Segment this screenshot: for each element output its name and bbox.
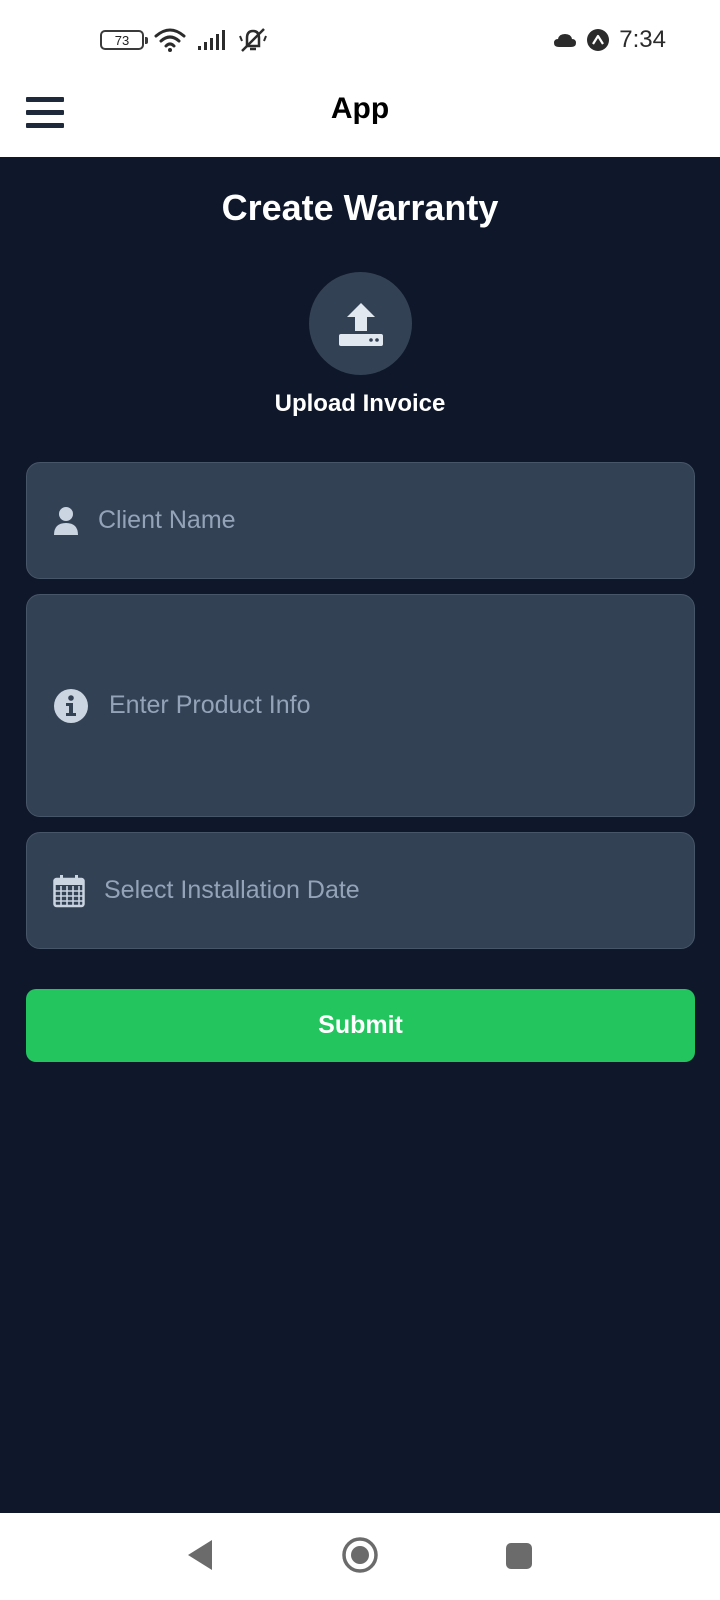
signal-icon (198, 30, 225, 50)
wifi-icon (154, 28, 186, 52)
cloud-icon (554, 34, 577, 47)
battery-icon: 73 (100, 30, 148, 50)
installation-date-placeholder: Select Installation Date (104, 876, 360, 904)
navigation-bar (0, 1513, 720, 1600)
home-icon[interactable] (340, 1535, 380, 1575)
app-notification-icon (587, 29, 610, 51)
app-title: App (330, 92, 390, 125)
client-name-field[interactable]: Client Name (26, 462, 695, 579)
product-info-field[interactable]: Enter Product Info (26, 594, 695, 817)
upload-icon (338, 302, 383, 346)
main-content: Create Warranty Upload Invoice Client Na… (0, 157, 720, 1513)
battery-level: 73 (114, 32, 130, 48)
product-info-placeholder: Enter Product Info (109, 691, 311, 719)
app-bar: App (0, 80, 720, 157)
status-bar: 73 7:34 (0, 0, 720, 80)
silent-mode-icon (239, 28, 267, 52)
installation-date-field[interactable]: Select Installation Date (26, 832, 695, 949)
recents-icon[interactable] (506, 1543, 532, 1569)
upload-invoice-label: Upload Invoice (274, 390, 446, 417)
status-icons-left: 73 (100, 26, 268, 54)
submit-button[interactable]: Submit (26, 989, 695, 1062)
page-title: Create Warranty (221, 187, 499, 228)
info-icon (53, 688, 89, 724)
user-icon (53, 506, 79, 536)
calendar-icon (53, 874, 85, 908)
back-icon[interactable] (186, 1538, 214, 1572)
status-icons-right: 7:34 (553, 24, 666, 56)
clock: 7:34 (619, 26, 666, 53)
upload-invoice-button[interactable] (309, 272, 412, 375)
client-name-placeholder: Client Name (98, 506, 236, 534)
